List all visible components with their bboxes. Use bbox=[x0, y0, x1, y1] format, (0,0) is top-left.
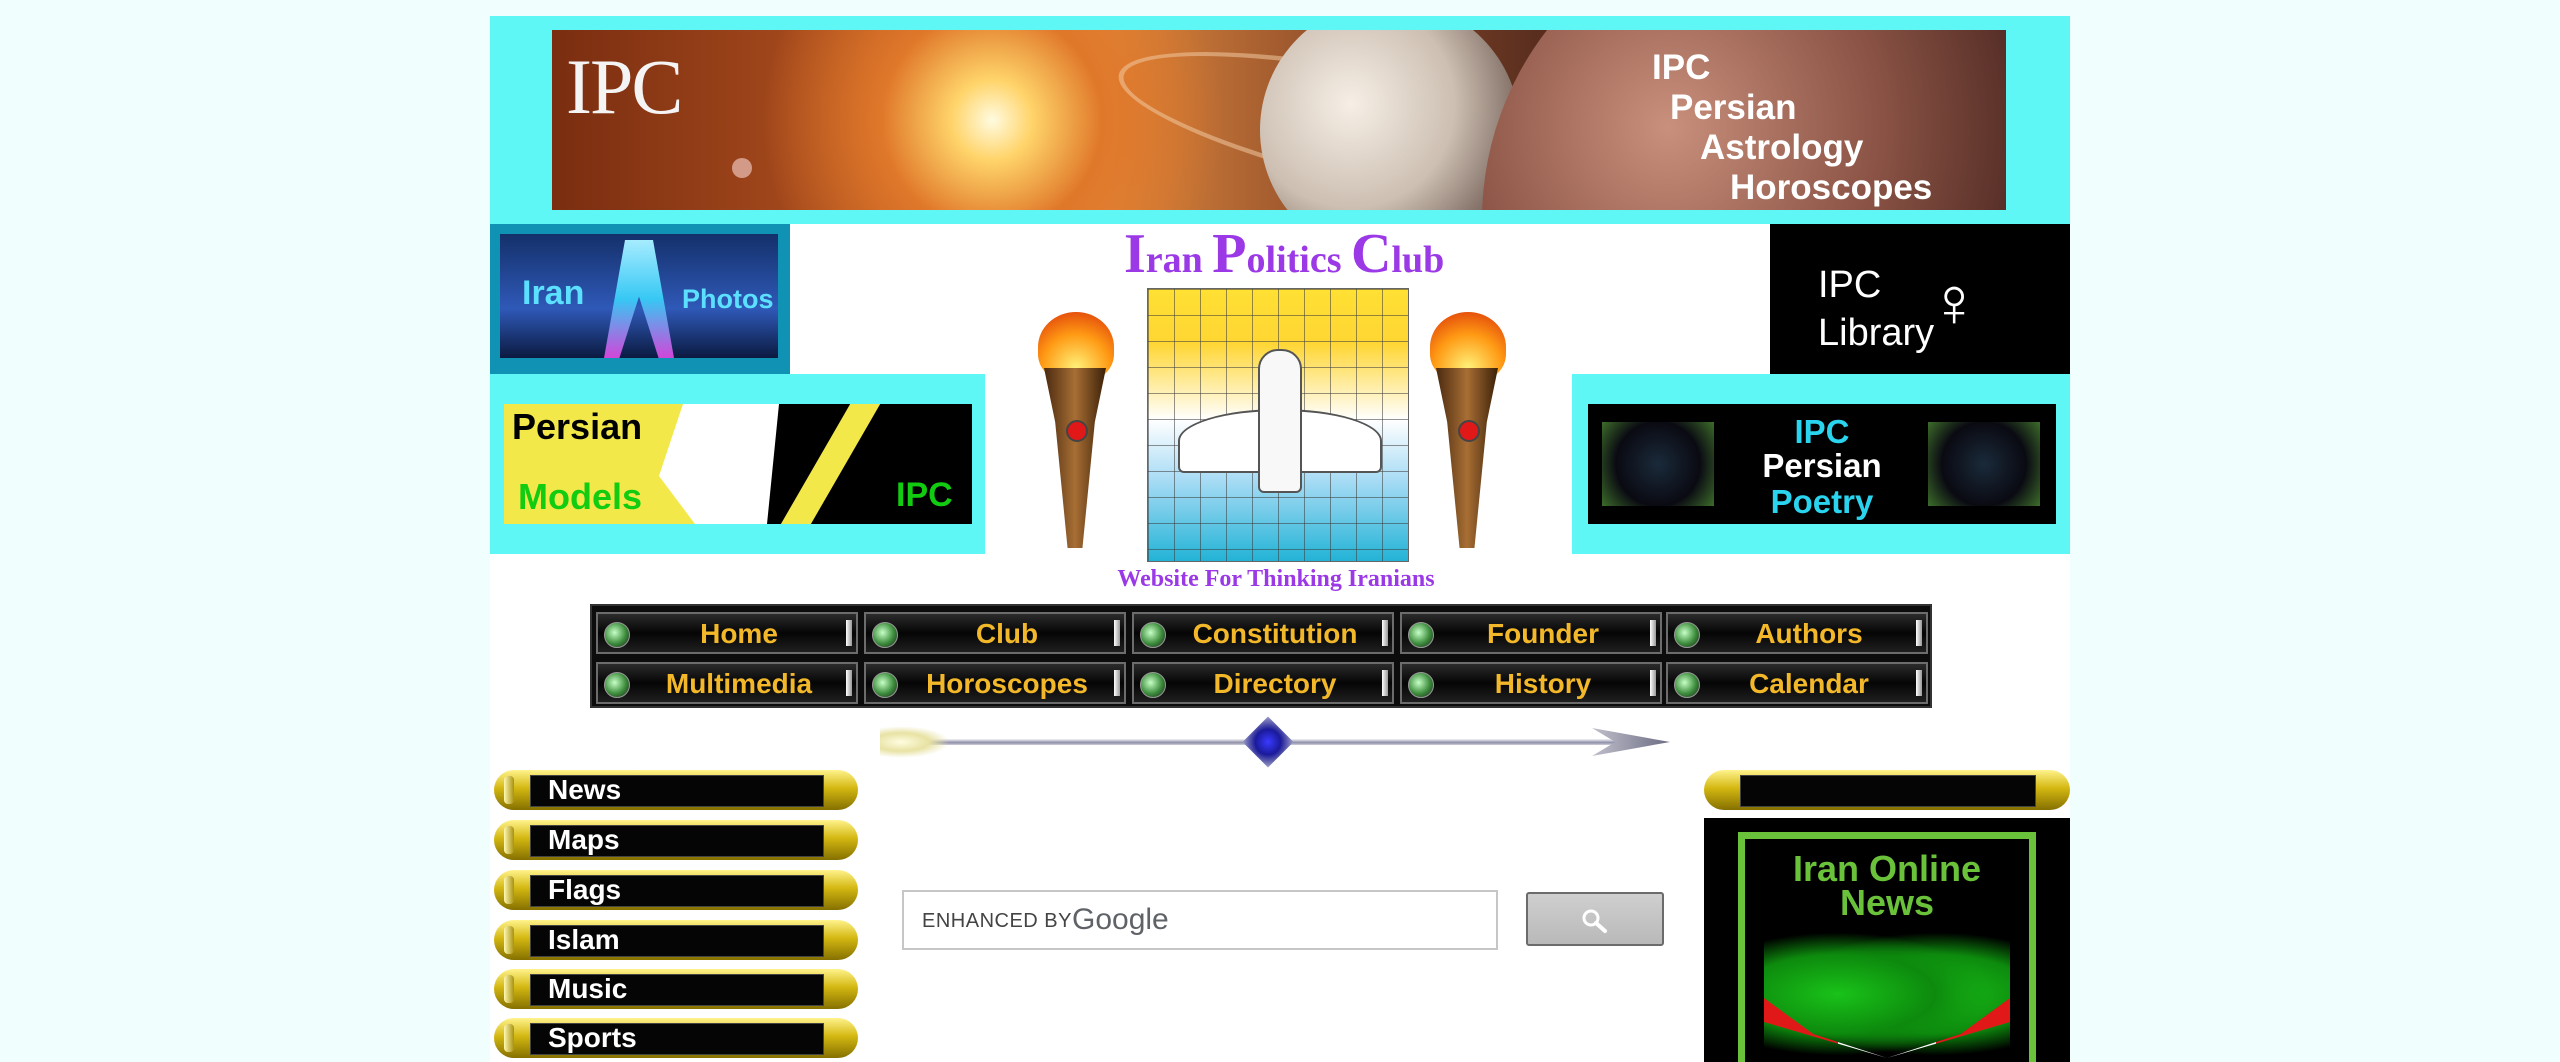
page-container: IPC IPC Persian Astrology Horoscopes Ira… bbox=[490, 16, 2070, 1062]
green-dot-icon bbox=[604, 622, 630, 648]
persian-poetry-tile[interactable]: IPC Persian Poetry bbox=[1588, 404, 2056, 524]
iran-online-news-tile[interactable]: Iran Online News bbox=[1704, 818, 2070, 1062]
woman-face-image bbox=[659, 404, 779, 524]
raven-image bbox=[1928, 422, 2040, 506]
sidebar-item-sports[interactable]: Sports bbox=[494, 1018, 858, 1058]
nav-label: History bbox=[1494, 668, 1592, 699]
nav-label: Horoscopes bbox=[926, 668, 1088, 699]
banner-line: Persian bbox=[1670, 88, 1797, 127]
sidebar-item-islam[interactable]: Islam bbox=[494, 920, 858, 960]
green-dot-icon bbox=[872, 622, 898, 648]
nav-horoscopes[interactable]: Horoscopes bbox=[864, 662, 1126, 704]
search-box: ENHANCED BY Google bbox=[902, 890, 1498, 950]
poetry-line2: Persian bbox=[1762, 447, 1882, 484]
sidebar-item-music[interactable]: Music bbox=[494, 969, 858, 1009]
blue-gem-icon bbox=[1242, 716, 1294, 768]
banner-line: Horoscopes bbox=[1730, 168, 1933, 207]
search-input[interactable] bbox=[1148, 902, 1482, 940]
poetry-line3: Poetry bbox=[1770, 483, 1874, 520]
nav-constitution[interactable]: Constitution bbox=[1132, 612, 1394, 654]
title-initial: I bbox=[1124, 223, 1146, 285]
reading-woman-icon: ♀ bbox=[1928, 263, 1981, 341]
green-dot-icon bbox=[1140, 622, 1166, 648]
green-dot-icon bbox=[1408, 672, 1434, 698]
title-part: ran bbox=[1145, 239, 1213, 281]
sidebar-item-label: Music bbox=[548, 973, 628, 1004]
news-tile-title: Iran Online News bbox=[1738, 848, 2036, 923]
nav-label: Multimedia bbox=[665, 668, 813, 699]
sidebar-item-news[interactable]: News bbox=[494, 770, 858, 810]
main-navigation: Home Club Constitution Founder Authors M… bbox=[590, 604, 1932, 708]
sidebar-item-flags[interactable]: Flags bbox=[494, 870, 858, 910]
nav-calendar[interactable]: Calendar bbox=[1666, 662, 1928, 704]
lion-emblem-icon bbox=[1764, 924, 2010, 1062]
nav-club[interactable]: Club bbox=[864, 612, 1126, 654]
news-title-line1: Iran Online bbox=[1792, 848, 1982, 889]
site-tagline: Website For Thinking Iranians bbox=[1117, 566, 1435, 592]
arrow-divider bbox=[880, 716, 1670, 768]
enhanced-by-label: ENHANCED BY bbox=[922, 910, 1072, 932]
models-tag: IPC bbox=[896, 476, 953, 514]
nav-directory[interactable]: Directory bbox=[1132, 662, 1394, 704]
nav-label: Home bbox=[700, 618, 778, 649]
ipc-library-tile[interactable]: IPC Library ♀ bbox=[1770, 224, 2070, 374]
nav-multimedia[interactable]: Multimedia bbox=[596, 662, 858, 704]
iran-photos-word2: Photos bbox=[682, 284, 774, 314]
nav-founder[interactable]: Founder bbox=[1400, 612, 1662, 654]
green-dot-icon bbox=[1140, 672, 1166, 698]
nav-label: Directory bbox=[1213, 668, 1337, 699]
azadi-tower-image bbox=[604, 240, 674, 358]
green-dot-icon bbox=[604, 672, 630, 698]
nav-home[interactable]: Home bbox=[596, 612, 858, 654]
banner-line: Astrology bbox=[1700, 128, 1864, 167]
nav-label: Authors bbox=[1755, 618, 1863, 649]
title-initial: P bbox=[1212, 223, 1247, 285]
torch-icon bbox=[1422, 312, 1512, 548]
persian-models-tile[interactable]: Persian Models IPC bbox=[504, 404, 972, 524]
banner-line: IPC bbox=[1652, 48, 1711, 87]
models-line2: Models bbox=[518, 476, 643, 517]
poetry-line1: IPC bbox=[1794, 413, 1850, 450]
sidebar-item-label: Maps bbox=[548, 824, 620, 855]
right-header-pill bbox=[1704, 770, 2070, 810]
nav-authors[interactable]: Authors bbox=[1666, 612, 1928, 654]
sidebar-item-label: Islam bbox=[548, 924, 620, 955]
title-initial: C bbox=[1351, 223, 1392, 285]
nav-label: Calendar bbox=[1749, 668, 1869, 699]
astrology-banner[interactable]: IPC IPC Persian Astrology Horoscopes bbox=[552, 30, 2006, 210]
moon-image bbox=[732, 158, 752, 178]
raven-image bbox=[1602, 422, 1714, 506]
nav-label: Founder bbox=[1487, 618, 1599, 649]
title-part: olitics bbox=[1246, 239, 1351, 281]
search-button[interactable] bbox=[1526, 892, 1664, 946]
sidebar-item-label: Flags bbox=[548, 874, 622, 905]
sidebar-item-maps[interactable]: Maps bbox=[494, 820, 858, 860]
nav-label: Constitution bbox=[1192, 618, 1358, 649]
banner-text: IPC Persian Astrology Horoscopes bbox=[1652, 48, 1932, 208]
news-title-line2: News bbox=[1839, 882, 1935, 923]
banner-logo: IPC bbox=[566, 43, 683, 130]
planet-image bbox=[1260, 30, 1520, 210]
green-dot-icon bbox=[1408, 622, 1434, 648]
top-banner-band: IPC IPC Persian Astrology Horoscopes bbox=[490, 16, 2070, 224]
nav-label: Club bbox=[975, 618, 1039, 649]
green-dot-icon bbox=[872, 672, 898, 698]
torch-icon bbox=[1030, 312, 1120, 548]
nav-history[interactable]: History bbox=[1400, 662, 1662, 704]
sidebar-item-label: Sports bbox=[548, 1022, 637, 1053]
models-line1: Persian bbox=[512, 406, 643, 447]
sidebar-item-label: News bbox=[548, 774, 622, 805]
green-dot-icon bbox=[1674, 672, 1700, 698]
faravahar-emblem[interactable] bbox=[1147, 288, 1409, 562]
iran-photos-word1: Iran bbox=[522, 274, 585, 312]
site-title[interactable]: Iran Politics Club bbox=[1124, 222, 1444, 286]
green-dot-icon bbox=[1674, 622, 1700, 648]
library-line2: Library bbox=[1818, 312, 1935, 354]
search-icon bbox=[1582, 909, 1607, 933]
title-part: lub bbox=[1391, 239, 1445, 281]
iran-photos-tile[interactable]: Iran Photos bbox=[500, 234, 778, 358]
library-line1: IPC bbox=[1818, 264, 1882, 306]
